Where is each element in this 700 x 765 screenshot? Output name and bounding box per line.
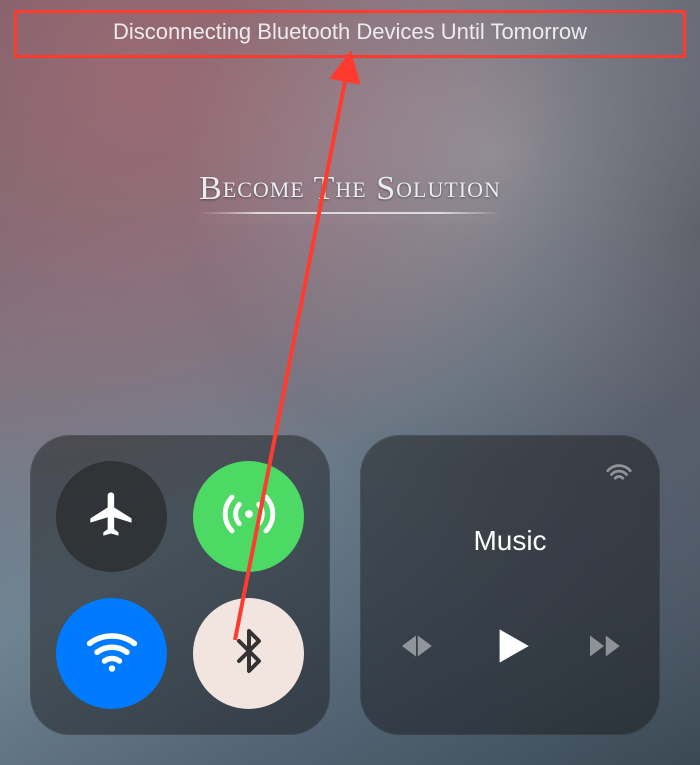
previous-track-button[interactable] — [395, 625, 437, 672]
connectivity-panel[interactable] — [30, 435, 330, 735]
banner-highlight-box: Disconnecting Bluetooth Devices Until To… — [0, 0, 700, 70]
airplay-icon[interactable] — [604, 457, 634, 492]
music-panel[interactable]: Music — [360, 435, 660, 735]
music-title: Music — [473, 525, 546, 557]
bluetooth-icon — [225, 627, 273, 680]
cellular-data-button[interactable] — [193, 461, 304, 572]
airplane-icon — [86, 488, 138, 545]
play-button[interactable] — [485, 621, 535, 676]
control-center-screen: Disconnecting Bluetooth Devices Until To… — [0, 0, 700, 765]
wifi-button[interactable] — [56, 598, 167, 709]
status-banner: Disconnecting Bluetooth Devices Until To… — [14, 10, 686, 58]
bluetooth-button[interactable] — [193, 598, 304, 709]
watermark-logo: BECOME THE SOLUTION — [0, 170, 700, 214]
control-center-panels: Music — [30, 435, 660, 735]
transport-controls — [395, 621, 625, 676]
next-track-button[interactable] — [583, 625, 625, 672]
airplane-mode-button[interactable] — [56, 461, 167, 572]
status-banner-text: Disconnecting Bluetooth Devices Until To… — [113, 19, 587, 44]
cellular-antenna-icon — [220, 485, 278, 548]
wifi-icon — [82, 621, 142, 686]
